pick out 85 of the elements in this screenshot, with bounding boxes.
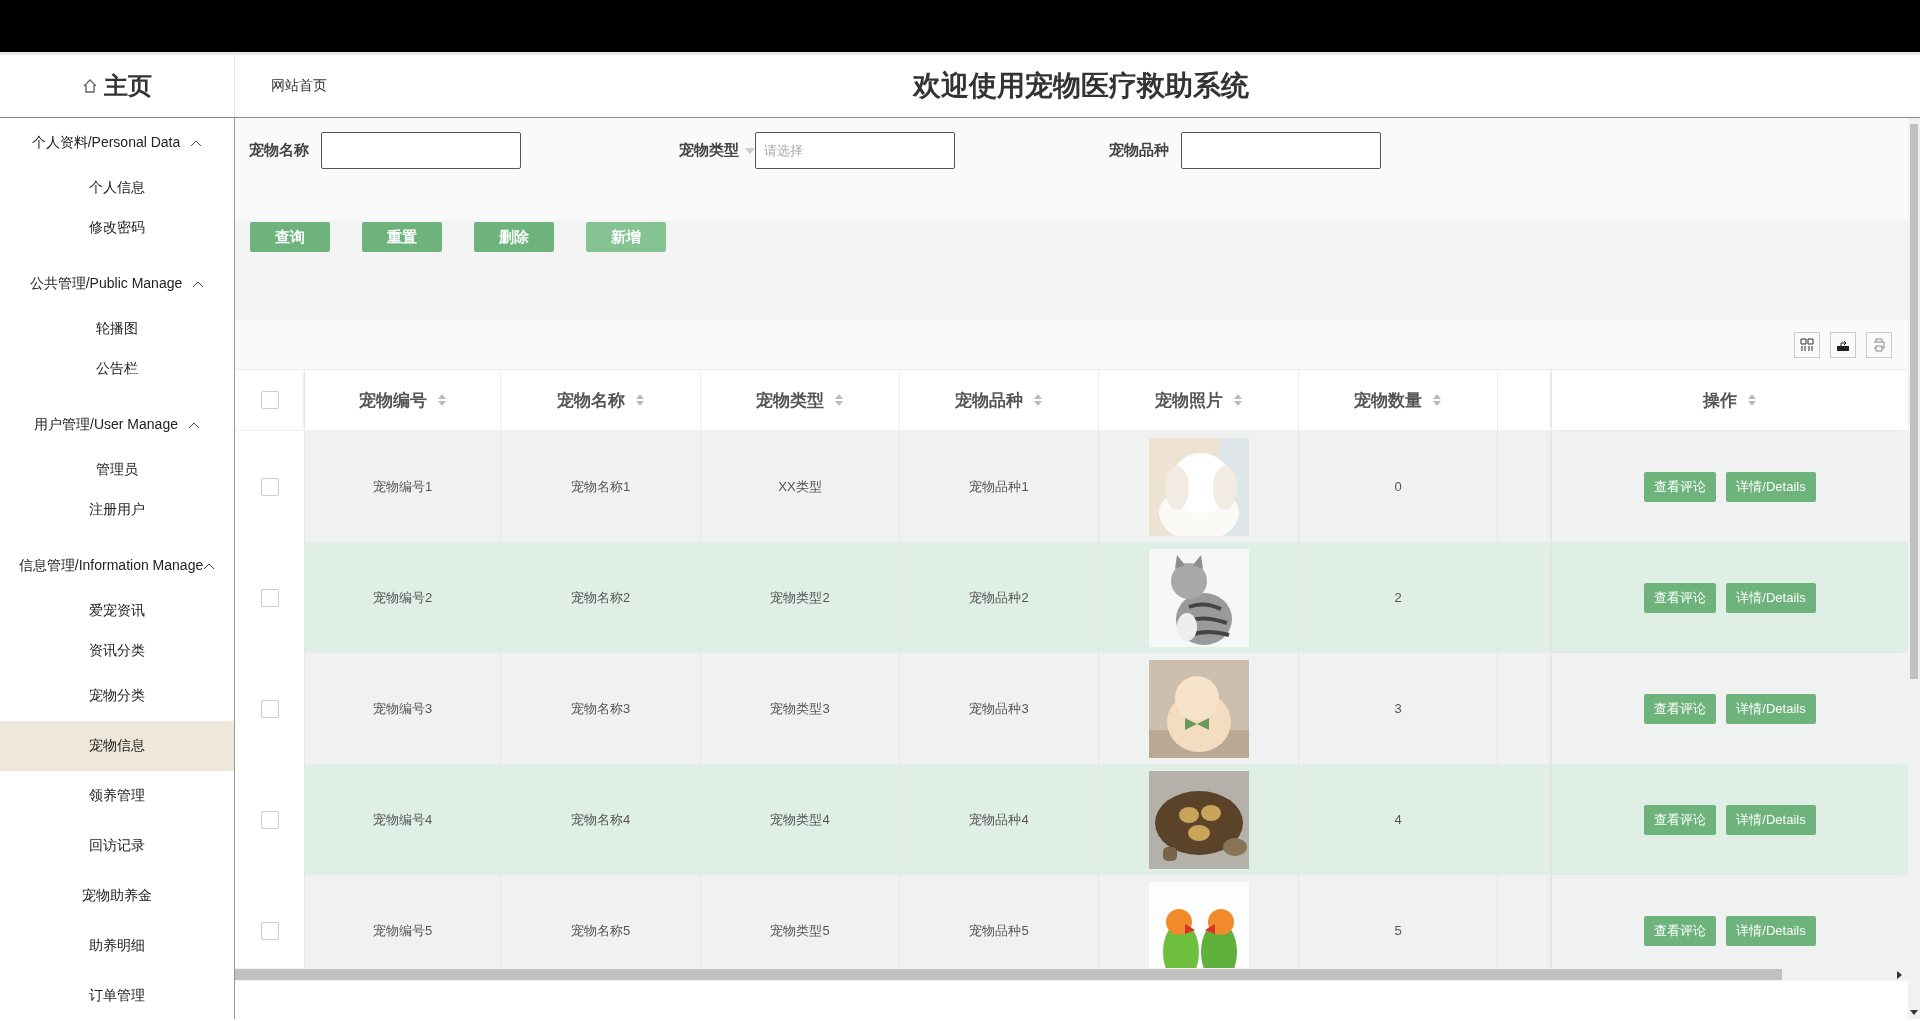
menu-item[interactable]: 注册用户 bbox=[0, 490, 234, 530]
menu-item[interactable]: 个人信息 bbox=[0, 168, 234, 208]
table-cell: 宠物编号4 bbox=[372, 810, 433, 829]
table-cell: 宠物类型3 bbox=[770, 699, 830, 718]
checkbox[interactable] bbox=[260, 391, 279, 409]
home-link[interactable]: 主页 bbox=[104, 70, 152, 102]
columns-button[interactable] bbox=[1794, 331, 1820, 358]
table-cell: 5 bbox=[1394, 923, 1402, 938]
sort-icon[interactable] bbox=[834, 393, 844, 407]
print-icon bbox=[1872, 337, 1886, 352]
table-cell: 宠物品种1 bbox=[969, 477, 1029, 496]
menu-group[interactable]: 个人资料/Personal Data bbox=[31, 134, 181, 152]
menu-item[interactable]: 爱宠资讯 bbox=[0, 591, 234, 631]
table-cell: 宠物名称2 bbox=[570, 588, 631, 607]
horizontal-scrollbar[interactable] bbox=[235, 968, 1908, 981]
column-header[interactable]: 宠物编号 bbox=[358, 388, 427, 412]
table-cell: 宠物编号5 bbox=[372, 921, 433, 940]
table-cell: 宠物品种5 bbox=[969, 921, 1029, 940]
sort-icon[interactable] bbox=[1232, 393, 1243, 407]
table-cell: 4 bbox=[1394, 812, 1402, 827]
field-label: 宠物名称 bbox=[249, 141, 309, 160]
home-icon[interactable] bbox=[82, 78, 98, 94]
sort-icon[interactable] bbox=[634, 393, 645, 407]
print-button[interactable] bbox=[1866, 331, 1892, 358]
sort-icon[interactable] bbox=[1747, 393, 1757, 407]
column-header[interactable]: 宠物照片 bbox=[1154, 388, 1223, 412]
export-button[interactable] bbox=[1830, 331, 1856, 358]
chevron-up-icon[interactable] bbox=[187, 421, 200, 429]
checkbox[interactable] bbox=[260, 921, 279, 940]
field-label: 宠物类型 bbox=[679, 141, 739, 160]
menu-item[interactable]: 公告栏 bbox=[0, 349, 234, 389]
table-cell: 2 bbox=[1394, 590, 1402, 605]
chevron-up-icon[interactable] bbox=[192, 280, 205, 288]
column-header[interactable]: 宠物类型 bbox=[756, 388, 824, 412]
table-cell: 宠物名称4 bbox=[570, 810, 631, 829]
menu-item[interactable]: 助养明细 bbox=[0, 921, 234, 971]
select-field[interactable]: 请选择 bbox=[755, 132, 955, 169]
menu-group[interactable]: 用户管理/User Manage bbox=[34, 416, 178, 434]
vertical-scrollbar[interactable] bbox=[1908, 118, 1920, 1019]
menu-item[interactable]: 宠物分类 bbox=[0, 671, 234, 721]
table-cell: 3 bbox=[1394, 701, 1402, 716]
sort-icon[interactable] bbox=[1033, 393, 1043, 407]
menu-item[interactable]: 修改密码 bbox=[0, 208, 234, 248]
chevron-up-icon[interactable] bbox=[203, 562, 216, 570]
table-cell: 0 bbox=[1394, 479, 1402, 494]
table-cell: 宠物类型2 bbox=[770, 588, 830, 607]
page-title: 欢迎使用宠物医疗救助系统 bbox=[913, 69, 1249, 103]
menu-group[interactable]: 信息管理/Information Manage bbox=[18, 557, 204, 575]
columns-icon bbox=[1800, 337, 1814, 352]
sort-icon[interactable] bbox=[1432, 393, 1442, 407]
menu-item[interactable]: 回访记录 bbox=[0, 821, 234, 871]
table-cell: 宠物类型5 bbox=[770, 921, 830, 940]
chevron-up-icon[interactable] bbox=[190, 139, 203, 147]
column-header[interactable]: 宠物名称 bbox=[556, 388, 625, 412]
checkbox[interactable] bbox=[260, 588, 279, 607]
menu-item[interactable]: 宠物信息 bbox=[0, 721, 234, 771]
checkbox[interactable] bbox=[260, 810, 279, 829]
table-cell: 宠物品种4 bbox=[969, 810, 1029, 829]
table-cell: 宠物名称5 bbox=[570, 921, 631, 940]
table-cell: 宠物编号1 bbox=[372, 477, 433, 496]
table-cell: 宠物编号3 bbox=[372, 699, 433, 718]
column-header[interactable]: 宠物品种 bbox=[955, 388, 1023, 412]
menu-item[interactable]: 资讯分类 bbox=[0, 631, 234, 671]
table-cell: 宠物名称3 bbox=[570, 699, 631, 718]
menu-item[interactable]: 轮播图 bbox=[0, 309, 234, 349]
checkbox[interactable] bbox=[260, 477, 279, 496]
sort-icon[interactable] bbox=[436, 393, 447, 407]
breadcrumb-link[interactable]: 网站首页 bbox=[271, 77, 327, 95]
table-cell: 宠物品种3 bbox=[969, 699, 1029, 718]
menu-item[interactable]: 领养管理 bbox=[0, 771, 234, 821]
table-cell: 宠物编号2 bbox=[372, 588, 433, 607]
table-cell: XX类型 bbox=[778, 477, 822, 496]
column-header[interactable]: 宠物数量 bbox=[1354, 388, 1422, 412]
menu-item[interactable]: 宠物助养金 bbox=[0, 871, 234, 921]
checkbox[interactable] bbox=[260, 699, 279, 718]
menu-group[interactable]: 公共管理/Public Manage bbox=[29, 275, 183, 293]
input-field[interactable] bbox=[321, 132, 521, 169]
menu-item[interactable]: 管理员 bbox=[0, 450, 234, 490]
column-header[interactable]: 操作 bbox=[1703, 388, 1737, 412]
menu-item[interactable]: 订单管理 bbox=[0, 971, 234, 1019]
table-cell: 宠物名称1 bbox=[570, 477, 631, 496]
input-field[interactable] bbox=[1181, 132, 1381, 169]
field-label: 宠物品种 bbox=[1109, 141, 1169, 160]
table-cell: 宠物品种2 bbox=[969, 588, 1029, 607]
table-cell: 宠物类型4 bbox=[770, 810, 830, 829]
